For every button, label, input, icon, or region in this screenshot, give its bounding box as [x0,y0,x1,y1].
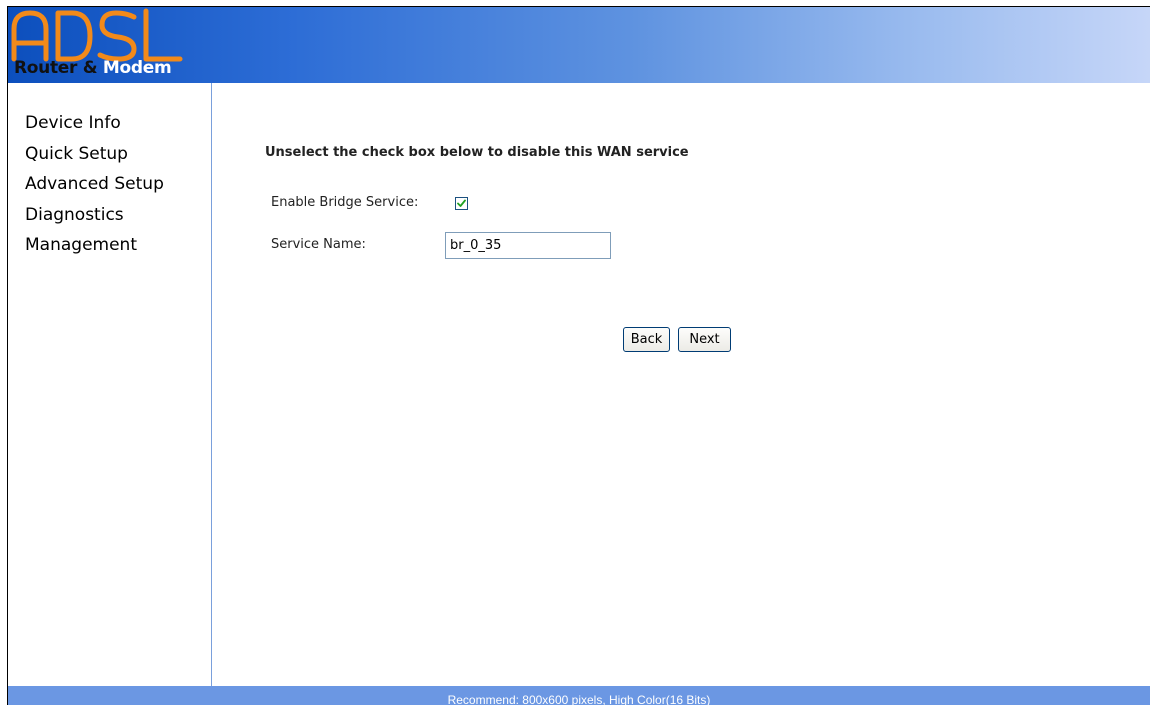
sidebar-item-diagnostics[interactable]: Diagnostics [25,200,164,231]
sidebar-item-quick-setup[interactable]: Quick Setup [25,139,164,170]
checkmark-icon [457,199,466,207]
logo-wordmark: Router & Modem [14,58,172,78]
sidebar-item-device-info[interactable]: Device Info [25,108,164,139]
instruction-text: Unselect the check box below to disable … [265,145,689,160]
sidebar-nav: Device Info Quick Setup Advanced Setup D… [25,108,164,261]
header-banner: Router & Modem [8,7,1150,83]
logo-text-router: Router & [14,58,98,78]
adsl-logo-letters-icon [11,8,183,62]
service-name-label: Service Name: [271,237,366,252]
logo-text-modem: Modem [97,58,172,78]
service-name-input[interactable] [445,232,611,259]
footer-bar: Recommend: 800x600 pixels, High Color(16… [8,686,1150,705]
enable-bridge-service-label: Enable Bridge Service: [271,195,419,210]
footer-recommendation-text: Recommend: 800x600 pixels, High Color(16… [447,693,711,705]
next-button[interactable]: Next [678,327,731,352]
back-button[interactable]: Back [623,327,670,352]
main-content: Unselect the check box below to disable … [212,83,1150,687]
sidebar-item-management[interactable]: Management [25,230,164,261]
sidebar-item-advanced-setup[interactable]: Advanced Setup [25,169,164,200]
enable-bridge-service-checkbox[interactable] [455,197,468,210]
sidebar: Device Info Quick Setup Advanced Setup D… [8,83,212,687]
adsl-router-modem-logo: Router & Modem [8,7,218,83]
router-admin-window: Router & Modem Device Info Quick Setup A… [7,6,1150,705]
